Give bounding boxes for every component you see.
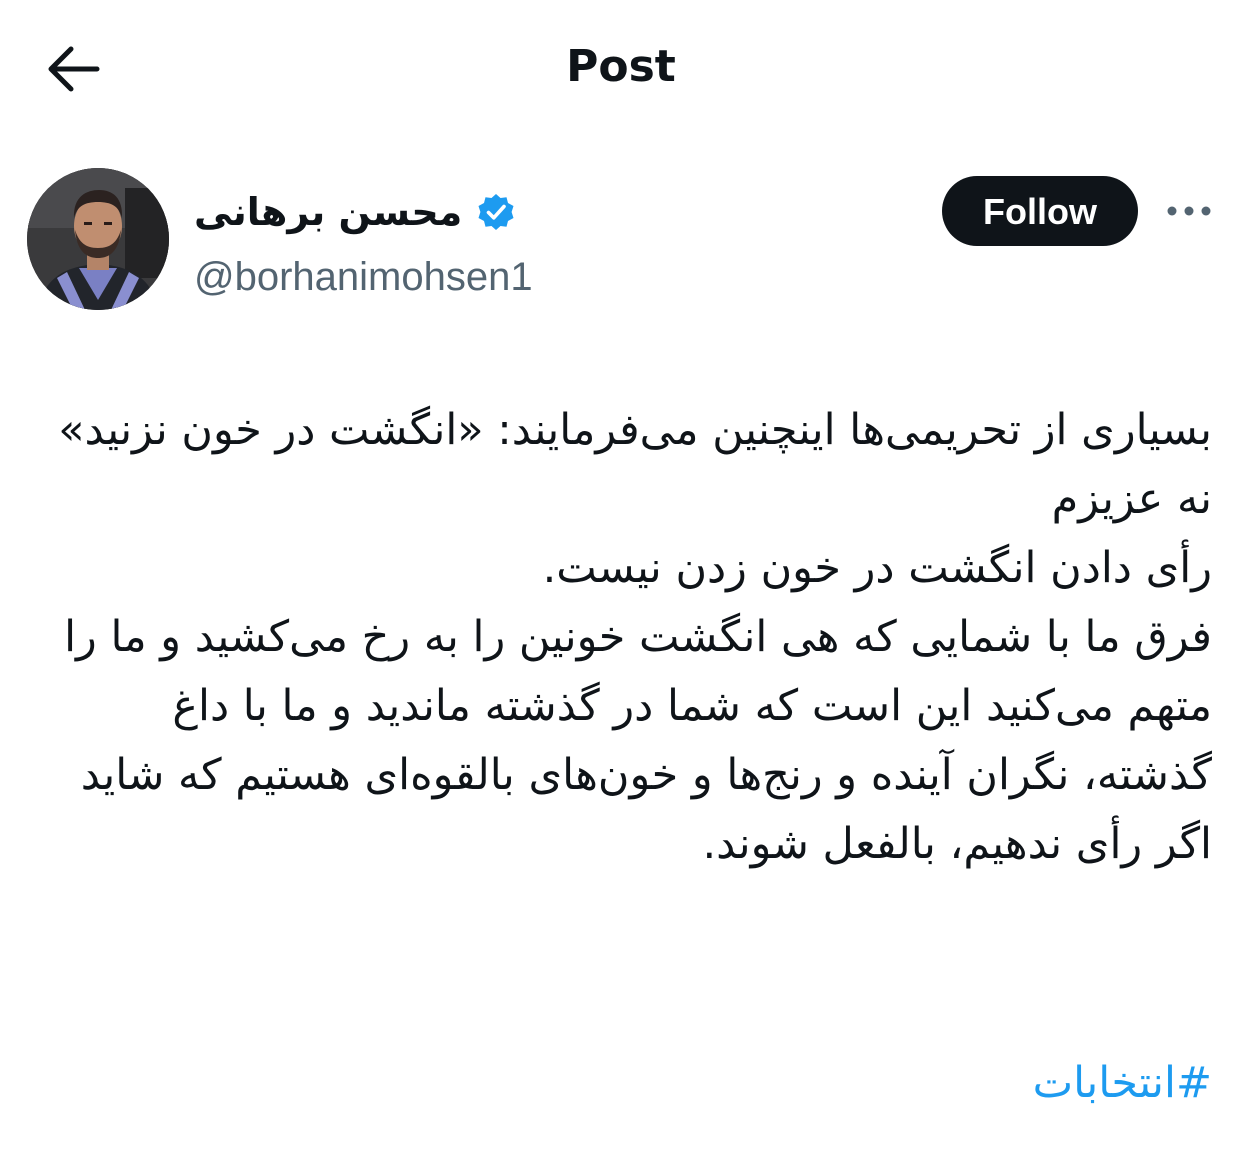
more-dots-icon	[1167, 206, 1211, 216]
post-line: نه عزیزم	[1051, 474, 1212, 524]
post-line: فرق ما با شمایی که هی انگشت خونین را به …	[64, 612, 1212, 869]
name-row: محسن برهانی	[194, 184, 516, 240]
verified-badge-icon[interactable]	[476, 192, 516, 232]
top-bar: Post	[0, 0, 1242, 134]
author-header: محسن برهانی @borhanimohsen1 Follow	[0, 166, 1242, 316]
display-name[interactable]: محسن برهانی	[194, 184, 462, 240]
post-line: رأی دادن انگشت در خون زدن نیست.	[542, 543, 1212, 593]
post-text: بسیاری از تحریمی‌ها اینچنین می‌فرمایند: …	[36, 396, 1212, 879]
avatar[interactable]	[27, 168, 169, 310]
user-handle[interactable]: @borhanimohsen1	[194, 250, 533, 304]
more-options-button[interactable]	[1160, 188, 1218, 234]
page-title: Post	[566, 41, 676, 92]
hashtag-link[interactable]: #انتخابات	[36, 1048, 1212, 1118]
follow-button[interactable]: Follow	[942, 176, 1138, 246]
post-line: بسیاری از تحریمی‌ها اینچنین می‌فرمایند: …	[58, 405, 1212, 455]
